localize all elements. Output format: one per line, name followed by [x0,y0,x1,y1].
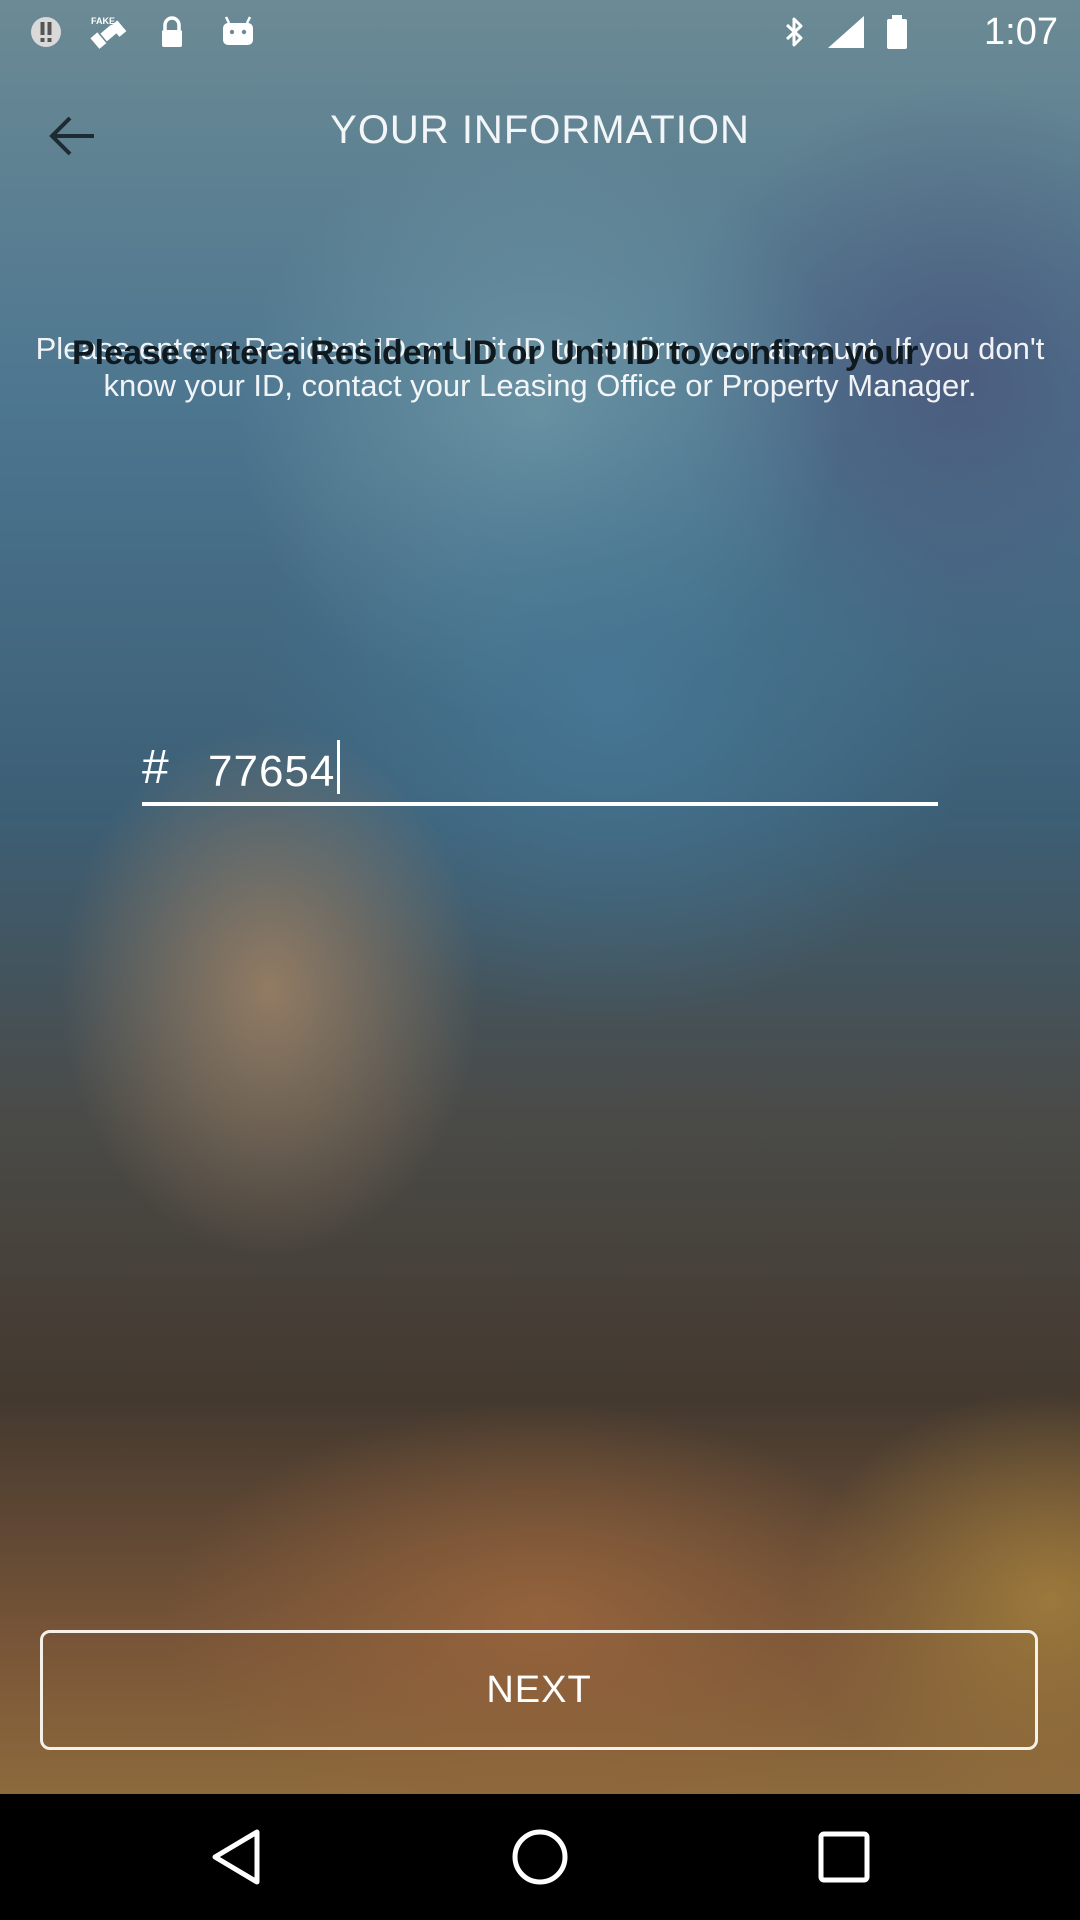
next-button[interactable]: NEXT [40,1630,1038,1750]
battery-icon [887,15,907,49]
svg-text:FAKE: FAKE [91,16,115,26]
recents-square-icon[interactable] [811,1824,877,1890]
resident-id-text: 77654 [208,747,336,796]
blurred-background [0,0,1080,1794]
instructions-bold-overlay: Please enter a Resident ID or Unit ID to… [72,334,919,372]
resident-id-value[interactable]: 77654 [208,740,341,797]
signal-icon [828,16,864,48]
android-icon [223,16,253,45]
fake-gps-satellite-icon: FAKE [90,16,127,49]
status-clock: 1:07 [984,11,1058,53]
alert-circle-icon [31,17,61,47]
lock-icon [162,16,182,47]
hash-prefix: # [142,741,169,794]
page-title: YOUR INFORMATION [330,108,750,152]
system-nav-bar [0,1794,1080,1920]
back-triangle-icon[interactable] [205,1824,271,1890]
bluetooth-icon [785,17,803,47]
text-caret [337,740,341,794]
screen: FAKE 1:07 YOUR INFORMATION Please enter … [0,0,1080,1920]
home-circle-icon[interactable] [507,1824,573,1890]
status-bar: FAKE 1:07 [0,0,1080,64]
resident-id-input[interactable]: # 77654 [142,736,938,806]
